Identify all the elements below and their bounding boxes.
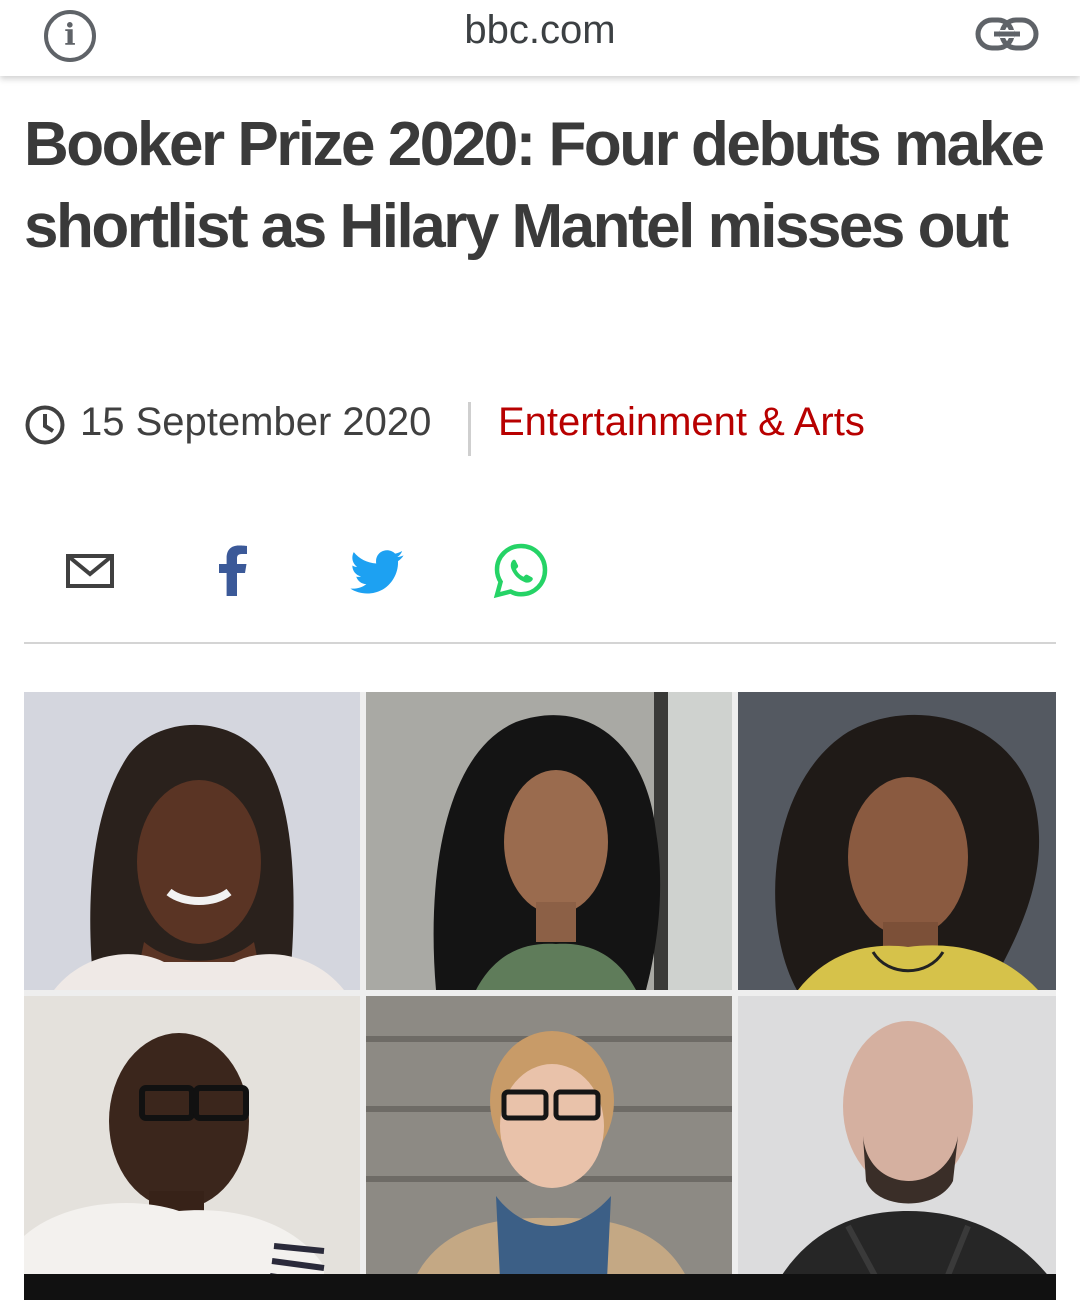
article-date: 15 September 2020 — [80, 400, 432, 444]
link-icon[interactable] — [974, 12, 1040, 56]
twitter-icon[interactable] — [348, 540, 406, 604]
section-link[interactable]: Entertainment & Arts — [498, 400, 865, 445]
clock-icon — [24, 404, 66, 446]
browser-address-bar: i bbc.com — [0, 0, 1080, 76]
article-meta: 15 September 2020 Entertainment & Arts — [24, 398, 1064, 458]
author-photo — [366, 996, 732, 1300]
author-photo — [738, 692, 1056, 990]
share-bar — [60, 540, 580, 604]
author-photo — [366, 692, 732, 990]
url-domain[interactable]: bbc.com — [0, 8, 1080, 53]
email-icon[interactable] — [64, 540, 116, 604]
article-headline: Booker Prize 2020: Four debuts make shor… — [24, 110, 1045, 261]
facebook-icon[interactable] — [210, 540, 256, 604]
meta-divider — [468, 402, 471, 456]
section-divider — [24, 642, 1056, 644]
author-photo — [738, 996, 1056, 1300]
author-photo — [24, 996, 360, 1300]
caption-bar — [24, 1274, 1056, 1300]
author-photo-collage[interactable] — [24, 692, 1056, 1300]
author-photo — [24, 692, 360, 990]
whatsapp-icon[interactable] — [490, 540, 552, 604]
